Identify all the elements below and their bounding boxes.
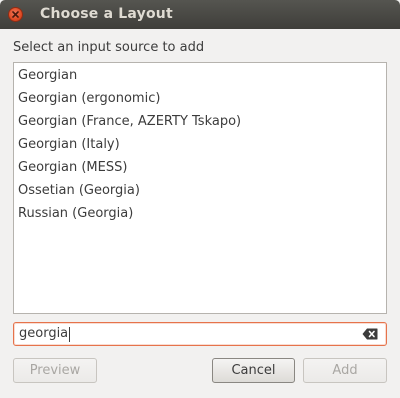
search-input[interactable]: georgia [13, 322, 387, 346]
list-item[interactable]: Georgian [14, 64, 386, 87]
choose-layout-dialog: Choose a Layout Select an input source t… [0, 0, 400, 398]
title-bar[interactable]: Choose a Layout [0, 0, 400, 29]
layout-list[interactable]: Georgian Georgian (ergonomic) Georgian (… [13, 62, 387, 314]
add-button[interactable]: Add [303, 358, 387, 383]
list-item[interactable]: Georgian (France, AZERTY Tskapo) [14, 110, 386, 133]
backspace-clear-icon[interactable] [362, 328, 378, 340]
list-item[interactable]: Georgian (MESS) [14, 156, 386, 179]
cancel-button[interactable]: Cancel [212, 358, 295, 383]
list-item[interactable]: Ossetian (Georgia) [14, 179, 386, 202]
text-caret [69, 327, 70, 342]
search-input-value: georgia [19, 326, 69, 341]
list-item[interactable]: Russian (Georgia) [14, 202, 386, 225]
list-item[interactable]: Georgian (ergonomic) [14, 87, 386, 110]
window-title: Choose a Layout [40, 6, 173, 22]
list-item[interactable]: Georgian (Italy) [14, 133, 386, 156]
close-button[interactable] [8, 7, 23, 22]
close-icon [12, 11, 19, 18]
preview-button[interactable]: Preview [13, 358, 97, 383]
prompt-label: Select an input source to add [13, 40, 205, 55]
